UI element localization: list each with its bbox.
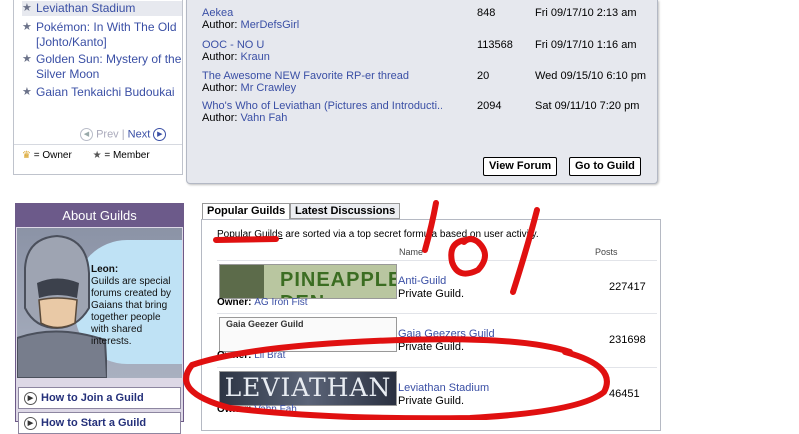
discussion-title[interactable]: OOC - NO U <box>202 39 442 51</box>
guild-name-link[interactable]: Anti-Guild <box>398 275 446 287</box>
post-date: Fri 09/17/10 1:16 am <box>535 39 637 51</box>
post-count: 2094 <box>477 100 502 112</box>
about-text: Leon: Guilds are special forums created … <box>91 264 181 348</box>
guild-banner-text: LEVIATHAN <box>224 373 392 402</box>
guild-list-item[interactable]: ★ Pokémon: In With The Old [Johto/Kanto] <box>22 20 182 50</box>
author-label: Author: <box>202 19 238 31</box>
guild-type: Private Guild. <box>398 288 465 300</box>
how-to-join-label[interactable]: How to Join a Guild <box>41 392 144 404</box>
popular-guilds-link[interactable]: Popular Guilds <box>217 229 283 240</box>
guild-banner[interactable]: LEVIATHAN <box>219 371 397 406</box>
post-count: 20 <box>477 70 490 82</box>
guild-list-item-label[interactable]: Pokémon: In With The Old [Johto/Kanto] <box>22 20 182 50</box>
author-link[interactable]: Mr Crawley <box>241 82 297 94</box>
guild-row: PINEAPPLE DEN Owner: AG Iron Fist Anti-G… <box>217 260 657 313</box>
guild-owner: Owner: Vahn Fah <box>217 404 297 415</box>
legend: ♛ = Owner ★ = Member <box>14 144 182 161</box>
owner-link[interactable]: Lil Brat <box>254 350 285 361</box>
about-description: Guilds are special forums created by Gai… <box>91 276 172 347</box>
column-header-posts: Posts <box>595 247 618 257</box>
popular-description-text: are sorted via a top secret formula base… <box>282 229 539 240</box>
guild-row: LEVIATHAN Owner: Vahn Fah Leviathan Stad… <box>217 367 657 420</box>
speaker-name: Leon: <box>91 264 119 275</box>
author-link[interactable]: MerDefsGirl <box>241 19 300 31</box>
guild-banner[interactable]: Gaia Geezer Guild <box>219 317 397 352</box>
view-forum-button[interactable]: View Forum <box>483 157 558 176</box>
how-to-join-link[interactable]: ▶ How to Join a Guild <box>18 387 181 409</box>
legend-owner: = Owner <box>33 150 72 161</box>
guild-owner: Owner: Lil Brat <box>217 350 285 361</box>
owner-label: Owner: <box>217 297 252 308</box>
guild-name-link[interactable]: Leviathan Stadium <box>398 382 489 394</box>
author-link[interactable]: Kraun <box>241 51 270 63</box>
how-to-start-link[interactable]: ▶ How to Start a Guild <box>18 412 181 434</box>
guild-type: Private Guild. <box>398 341 465 353</box>
star-icon: ★ <box>22 2 32 14</box>
chevron-right-icon: ▶ <box>153 128 167 141</box>
guild-banner[interactable]: PINEAPPLE DEN <box>219 264 397 299</box>
guild-banner-text: Gaia Geezer Guild <box>226 319 304 329</box>
arrow-right-icon: ▶ <box>24 391 37 405</box>
latest-discussions-panel: Aekea Author: MerDefsGirl 848 Fri 09/17/… <box>186 0 658 184</box>
guild-list-item[interactable]: ★ Leviathan Stadium <box>22 1 182 16</box>
crown-icon: ♛ <box>22 150 31 161</box>
post-date: Fri 09/17/10 2:13 am <box>535 7 637 19</box>
tab-popular-guilds[interactable]: Popular Guilds <box>202 203 291 219</box>
star-icon: ★ <box>22 21 32 33</box>
chevron-left-icon: ◀ <box>80 128 93 141</box>
star-icon: ★ <box>92 150 102 161</box>
owner-label: Owner: <box>217 350 252 361</box>
guild-name-link[interactable]: Gaia Geezers Guild <box>398 328 495 340</box>
popular-description: Popular Guilds are sorted via a top secr… <box>217 229 539 240</box>
guild-post-count: 227417 <box>609 281 646 293</box>
prev-link[interactable]: Prev <box>96 128 119 140</box>
owner-link[interactable]: AG Iron Fist <box>254 297 307 308</box>
owner-link[interactable]: Vahn Fah <box>254 404 297 415</box>
arrow-right-icon: ▶ <box>24 416 37 430</box>
about-guilds-box: About Guilds Leon: Guilds are special fo… <box>15 203 184 434</box>
post-date: Wed 09/15/10 6:10 pm <box>535 70 647 82</box>
pager-separator: | <box>121 128 125 141</box>
author-link[interactable]: Vahn Fah <box>241 112 288 124</box>
next-link[interactable]: Next <box>128 128 151 140</box>
discussion-title[interactable]: The Awesome NEW Favorite RP-er thread <box>202 70 442 82</box>
post-count: 113568 <box>477 39 513 51</box>
guild-post-count: 46451 <box>609 388 640 400</box>
author-label: Author: <box>202 112 238 124</box>
owner-label: Owner: <box>217 404 252 415</box>
go-to-guild-button[interactable]: Go to Guild <box>569 157 641 176</box>
guild-list-item-label[interactable]: Gaian Tenkaichi Budoukai <box>22 85 182 100</box>
pager: ◀ Prev | Next ▶ <box>80 128 167 141</box>
about-guilds-header: About Guilds <box>16 204 183 227</box>
guild-banner-text: PINEAPPLE DEN <box>280 269 397 298</box>
legend-member: = Member <box>104 150 150 161</box>
guild-list-item-label[interactable]: Leviathan Stadium <box>22 1 182 16</box>
guild-list-item[interactable]: ★ Golden Sun: Mystery of the Silver Moon <box>22 52 182 82</box>
column-header-name: Name <box>399 247 424 257</box>
star-icon: ★ <box>22 86 32 98</box>
guild-owner: Owner: AG Iron Fist <box>217 297 308 308</box>
author-label: Author: <box>202 82 238 94</box>
author-label: Author: <box>202 51 238 63</box>
star-icon: ★ <box>22 53 32 65</box>
guild-list-item-label[interactable]: Golden Sun: Mystery of the Silver Moon <box>22 52 182 82</box>
guild-list-item[interactable]: ★ Gaian Tenkaichi Budoukai <box>22 85 182 100</box>
guild-post-count: 231698 <box>609 334 646 346</box>
post-count: 848 <box>477 7 496 19</box>
guild-type: Private Guild. <box>398 395 465 407</box>
tab-latest-discussions[interactable]: Latest Discussions <box>290 203 401 219</box>
discussion-title[interactable]: Aekea <box>202 7 442 19</box>
leon-illustration: Leon: Guilds are special forums created … <box>17 228 182 378</box>
my-guilds-list: ★ Leviathan Stadium ★ Pokémon: In With T… <box>13 0 183 175</box>
popular-guilds-panel: Popular Guilds are sorted via a top secr… <box>201 219 661 431</box>
how-to-start-label[interactable]: How to Start a Guild <box>41 417 146 429</box>
post-date: Sat 09/11/10 7:20 pm <box>535 100 640 112</box>
guild-row: Gaia Geezer Guild Owner: Lil Brat Gaia G… <box>217 313 657 366</box>
discussion-title[interactable]: Who's Who of Leviathan (Pictures and Int… <box>202 100 442 112</box>
